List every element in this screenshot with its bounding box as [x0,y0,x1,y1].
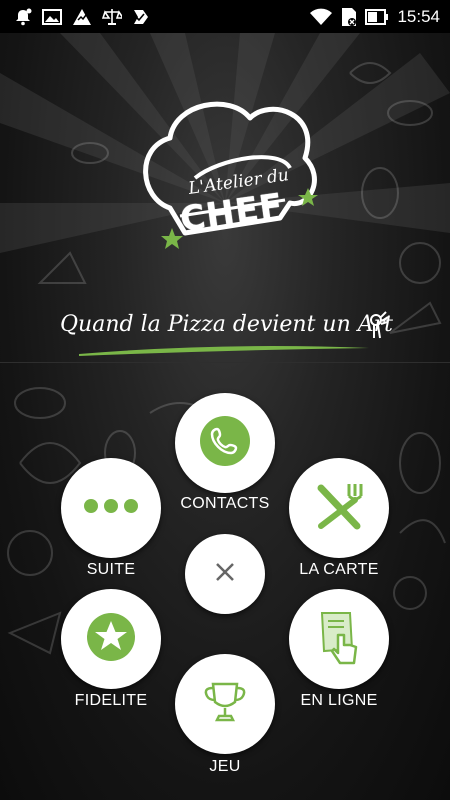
notification-bell-icon [14,8,32,26]
more-dots-icon [83,498,139,519]
en-ligne-label: EN LIGNE [300,692,378,709]
close-button[interactable] [185,534,265,614]
jeu-label: JEU [209,758,241,775]
tagline: Quand la Pizza devient un Art [60,312,394,337]
trophy-icon [201,678,249,731]
en-ligne-button[interactable] [289,589,389,689]
divider-line [0,362,450,363]
wifi-icon [309,8,333,26]
la-carte-button[interactable] [289,458,389,558]
contacts-label: CONTACTS [180,495,270,512]
gallery-icon [42,8,62,25]
alert-icon [72,8,92,26]
sim-icon [341,7,357,27]
scale-icon [102,8,122,26]
phone-icon [199,415,251,472]
fidelite-label: FIDELITE [74,692,148,709]
battery-icon [365,8,389,25]
contacts-button[interactable] [175,393,275,493]
star-icon [86,612,136,667]
status-bar: 15:54 [0,0,450,33]
fork-knife-icon [311,478,367,539]
tap-order-icon [316,609,362,670]
jeu-button[interactable] [175,654,275,754]
suite-label: SUITE [86,561,136,578]
clock-time: 15:54 [397,6,440,26]
close-icon [214,561,236,588]
fidelite-button[interactable] [61,589,161,689]
ok-hand-icon [370,311,389,339]
la-carte-label: LA CARTE [299,561,379,578]
check-icon [132,8,150,26]
suite-button[interactable] [61,458,161,558]
green-brush-stroke [79,346,369,356]
